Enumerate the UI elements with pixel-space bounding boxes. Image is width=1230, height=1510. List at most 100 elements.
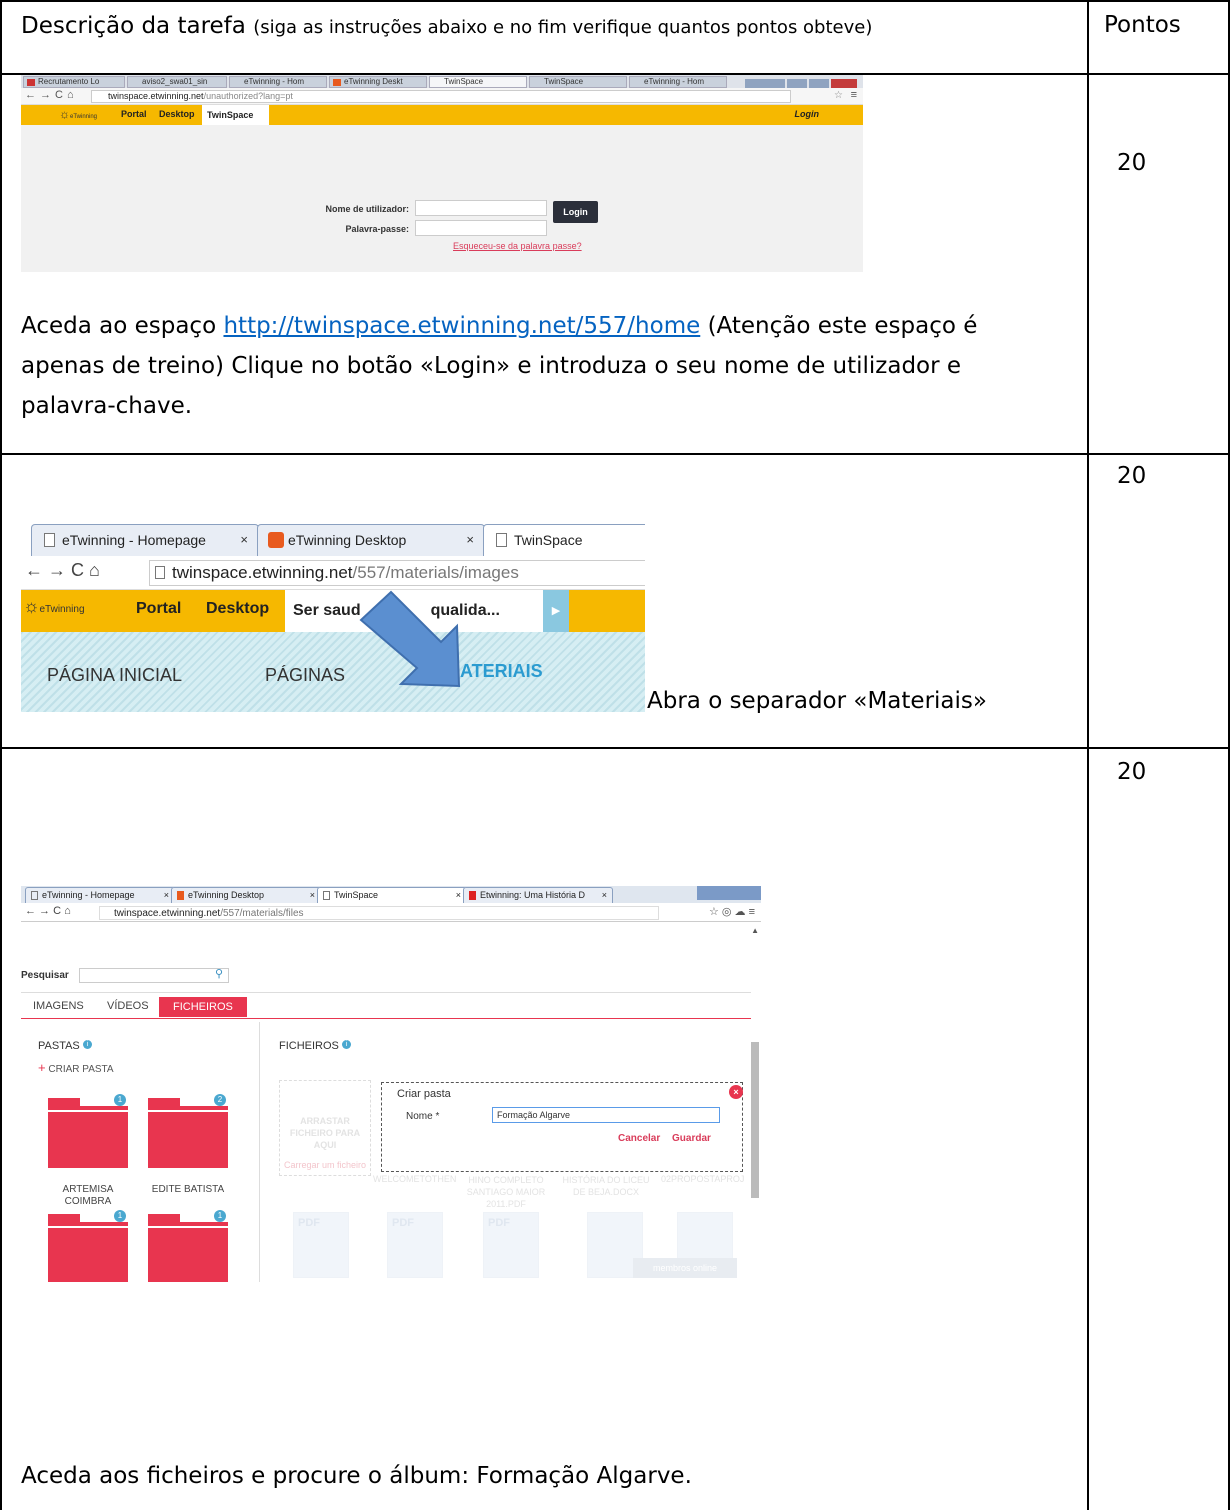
- online-members-badge[interactable]: membros online: [633, 1258, 737, 1278]
- window-controls: [743, 76, 861, 89]
- row1-text-before-link: Aceda ao espaço: [21, 313, 217, 339]
- row1-text-line-3: palavra-chave.: [21, 393, 193, 419]
- header-points: Pontos: [1104, 12, 1181, 38]
- url-field[interactable]: twinspace.etwinning.net/unauthorized?lan…: [91, 90, 791, 103]
- nav-buttons[interactable]: ←→C⌂: [25, 89, 78, 101]
- pdf-file-icon[interactable]: PDF: [483, 1212, 539, 1278]
- info-icon[interactable]: i: [341, 1040, 351, 1049]
- password-input[interactable]: [415, 220, 547, 236]
- window-controls[interactable]: [697, 886, 761, 900]
- search-input[interactable]: [79, 968, 229, 983]
- screenshot-materials-nav: eTwinning - Homepage × eTwinning Desktop ×…: [21, 520, 645, 712]
- divider: [21, 992, 751, 993]
- close-tab-icon[interactable]: ×: [456, 888, 461, 902]
- tab-videos[interactable]: VÍDEOS: [107, 1000, 149, 1012]
- folder-icon[interactable]: 1: [48, 1094, 128, 1168]
- etwinning-logo[interactable]: ☼eTwinning: [59, 107, 97, 121]
- nav-portal[interactable]: Portal: [121, 109, 147, 119]
- create-folder-label: CRIAR PASTA: [48, 1064, 114, 1075]
- username-label: Nome de utilizador:: [325, 204, 409, 214]
- drop-zone-text: ARRASTAR FICHEIRO PARA AQUI: [289, 1116, 361, 1150]
- folders-heading-label: PASTAS: [38, 1040, 80, 1052]
- folders-heading: PASTAS i: [38, 1040, 92, 1052]
- folder-icon[interactable]: 2: [148, 1094, 228, 1168]
- folder-label[interactable]: EDITE BATISTA: [143, 1184, 233, 1196]
- drop-zone[interactable]: ARRASTAR FICHEIRO PARA AQUI Carregar um f…: [279, 1080, 371, 1176]
- close-tab-icon[interactable]: ×: [602, 888, 607, 902]
- username-input[interactable]: [415, 200, 547, 216]
- folder-body: [148, 1222, 228, 1282]
- screenshot-login-page: Recrutamento Lo aviso2_swa01_sin eTwinni…: [21, 75, 863, 272]
- files-heading-label: FICHEIROS: [279, 1040, 339, 1052]
- forgot-password-link[interactable]: Esqueceu-se da palavra passe?: [453, 241, 582, 251]
- nav-twinspace[interactable]: TwinSpace: [202, 105, 269, 125]
- nav-desktop[interactable]: Desktop: [159, 109, 195, 119]
- scroll-up-icon[interactable]: ▲: [751, 926, 759, 935]
- login-link[interactable]: Login: [795, 109, 820, 119]
- browser-tab[interactable]: eTwinning Desktop ×: [171, 887, 321, 903]
- dialog-title: Criar pasta: [397, 1088, 451, 1100]
- close-icon[interactable]: ×: [729, 1085, 743, 1099]
- row2-points: 20: [1117, 463, 1147, 489]
- browser-tab[interactable]: Etwinning: Uma História D ×: [463, 887, 613, 903]
- row2-caption: Abra o separador «Materiais»: [647, 688, 987, 714]
- tab-files[interactable]: FICHEIROS: [159, 997, 247, 1017]
- browser-tab[interactable]: aviso2_swa01_sin: [127, 76, 227, 88]
- folder-tab: [148, 1214, 180, 1222]
- tab-favicon-icon: [333, 79, 341, 86]
- table-border-row-3: [0, 747, 1230, 749]
- upload-file-link[interactable]: Carregar um ficheiro: [280, 1159, 370, 1171]
- create-folder-button[interactable]: + CRIAR PASTA: [38, 1060, 114, 1075]
- folder-name-input[interactable]: Formação Algarve: [492, 1107, 720, 1123]
- browser-tab[interactable]: eTwinning - Hom: [229, 76, 327, 88]
- browser-tab[interactable]: TwinSpace: [529, 76, 627, 88]
- folder-tab: [48, 1098, 80, 1106]
- password-label: Palavra-passe:: [345, 224, 409, 234]
- browser-tab[interactable]: eTwinning - Hom: [629, 76, 727, 88]
- login-button[interactable]: Login: [553, 201, 598, 223]
- tab-images[interactable]: IMAGENS: [33, 1000, 84, 1012]
- folder-icon[interactable]: 1: [148, 1210, 228, 1282]
- create-folder-dialog: Criar pasta × Nome * Formação Algarve Ca…: [381, 1082, 743, 1172]
- file-name[interactable]: HINO COMPLETO SANTIAGO MAIOR 2011.PDF: [461, 1174, 551, 1210]
- nav-buttons[interactable]: ← → C ⌂: [25, 905, 71, 917]
- browser-tab-active[interactable]: TwinSpace ×: [317, 887, 467, 903]
- browser-tab[interactable]: eTwinning Deskt: [329, 76, 427, 88]
- header-task-title: Descrição da tarefa: [21, 13, 246, 39]
- pdf-file-icon[interactable]: PDF: [293, 1212, 349, 1278]
- folder-label[interactable]: ARTEMISA COIMBRA: [43, 1184, 133, 1208]
- search-label: Pesquisar: [21, 970, 69, 981]
- tab-label: Etwinning: Uma História D: [480, 890, 586, 900]
- info-icon[interactable]: i: [82, 1040, 92, 1049]
- screenshot-files-create-folder: eTwinning - Homepage × eTwinning Desktop ×…: [21, 886, 761, 1282]
- twinspace-home-link[interactable]: http://twinspace.etwinning.net/557/home: [223, 313, 700, 339]
- file-name[interactable]: WELCOMETOTHEN: [373, 1174, 456, 1184]
- file-name[interactable]: 02PROPOSTAPROJ: [661, 1174, 744, 1184]
- file-name[interactable]: HISTÓRIA DO LICEU DE BEJA.DOCX: [561, 1174, 651, 1198]
- bookmark-star-icon[interactable]: ☆: [834, 90, 843, 101]
- folder-icon[interactable]: 1: [48, 1210, 128, 1282]
- save-button[interactable]: Guardar: [672, 1133, 711, 1144]
- search-icon[interactable]: ⚲: [215, 967, 223, 980]
- browser-tab[interactable]: Recrutamento Lo: [23, 76, 125, 88]
- folder-count-badge: 2: [214, 1094, 226, 1106]
- folder-stripe: [148, 1226, 228, 1228]
- url-field[interactable]: twinspace.etwinning.net/557/materials/fi…: [99, 906, 659, 920]
- url-path: /557/materials/files: [220, 908, 304, 919]
- url-host: twinspace.etwinning.net: [108, 91, 204, 101]
- etwinning-topbar: ☼eTwinning Portal Desktop TwinSpace Logi…: [21, 105, 863, 125]
- toolbar-icons[interactable]: ☆ ◎ ☁ ≡: [709, 905, 755, 918]
- row1-points: 20: [1117, 150, 1147, 176]
- browser-tabstrip: Recrutamento Lo aviso2_swa01_sin eTwinni…: [21, 75, 863, 89]
- close-tab-icon[interactable]: ×: [310, 888, 315, 902]
- close-tab-icon[interactable]: ×: [164, 888, 169, 902]
- cancel-button[interactable]: Cancelar: [618, 1133, 660, 1144]
- browser-tab-active[interactable]: TwinSpace: [429, 76, 527, 88]
- scrollbar[interactable]: [751, 1042, 759, 1198]
- logo-text: eTwinning: [70, 114, 98, 120]
- menu-icon[interactable]: ≡: [851, 89, 857, 101]
- pdf-file-icon[interactable]: PDF: [387, 1212, 443, 1278]
- browser-tab[interactable]: eTwinning - Homepage ×: [25, 887, 175, 903]
- url-host: twinspace.etwinning.net: [114, 908, 221, 919]
- header-task-note: (siga as instruções abaixo e no fim veri…: [253, 17, 873, 38]
